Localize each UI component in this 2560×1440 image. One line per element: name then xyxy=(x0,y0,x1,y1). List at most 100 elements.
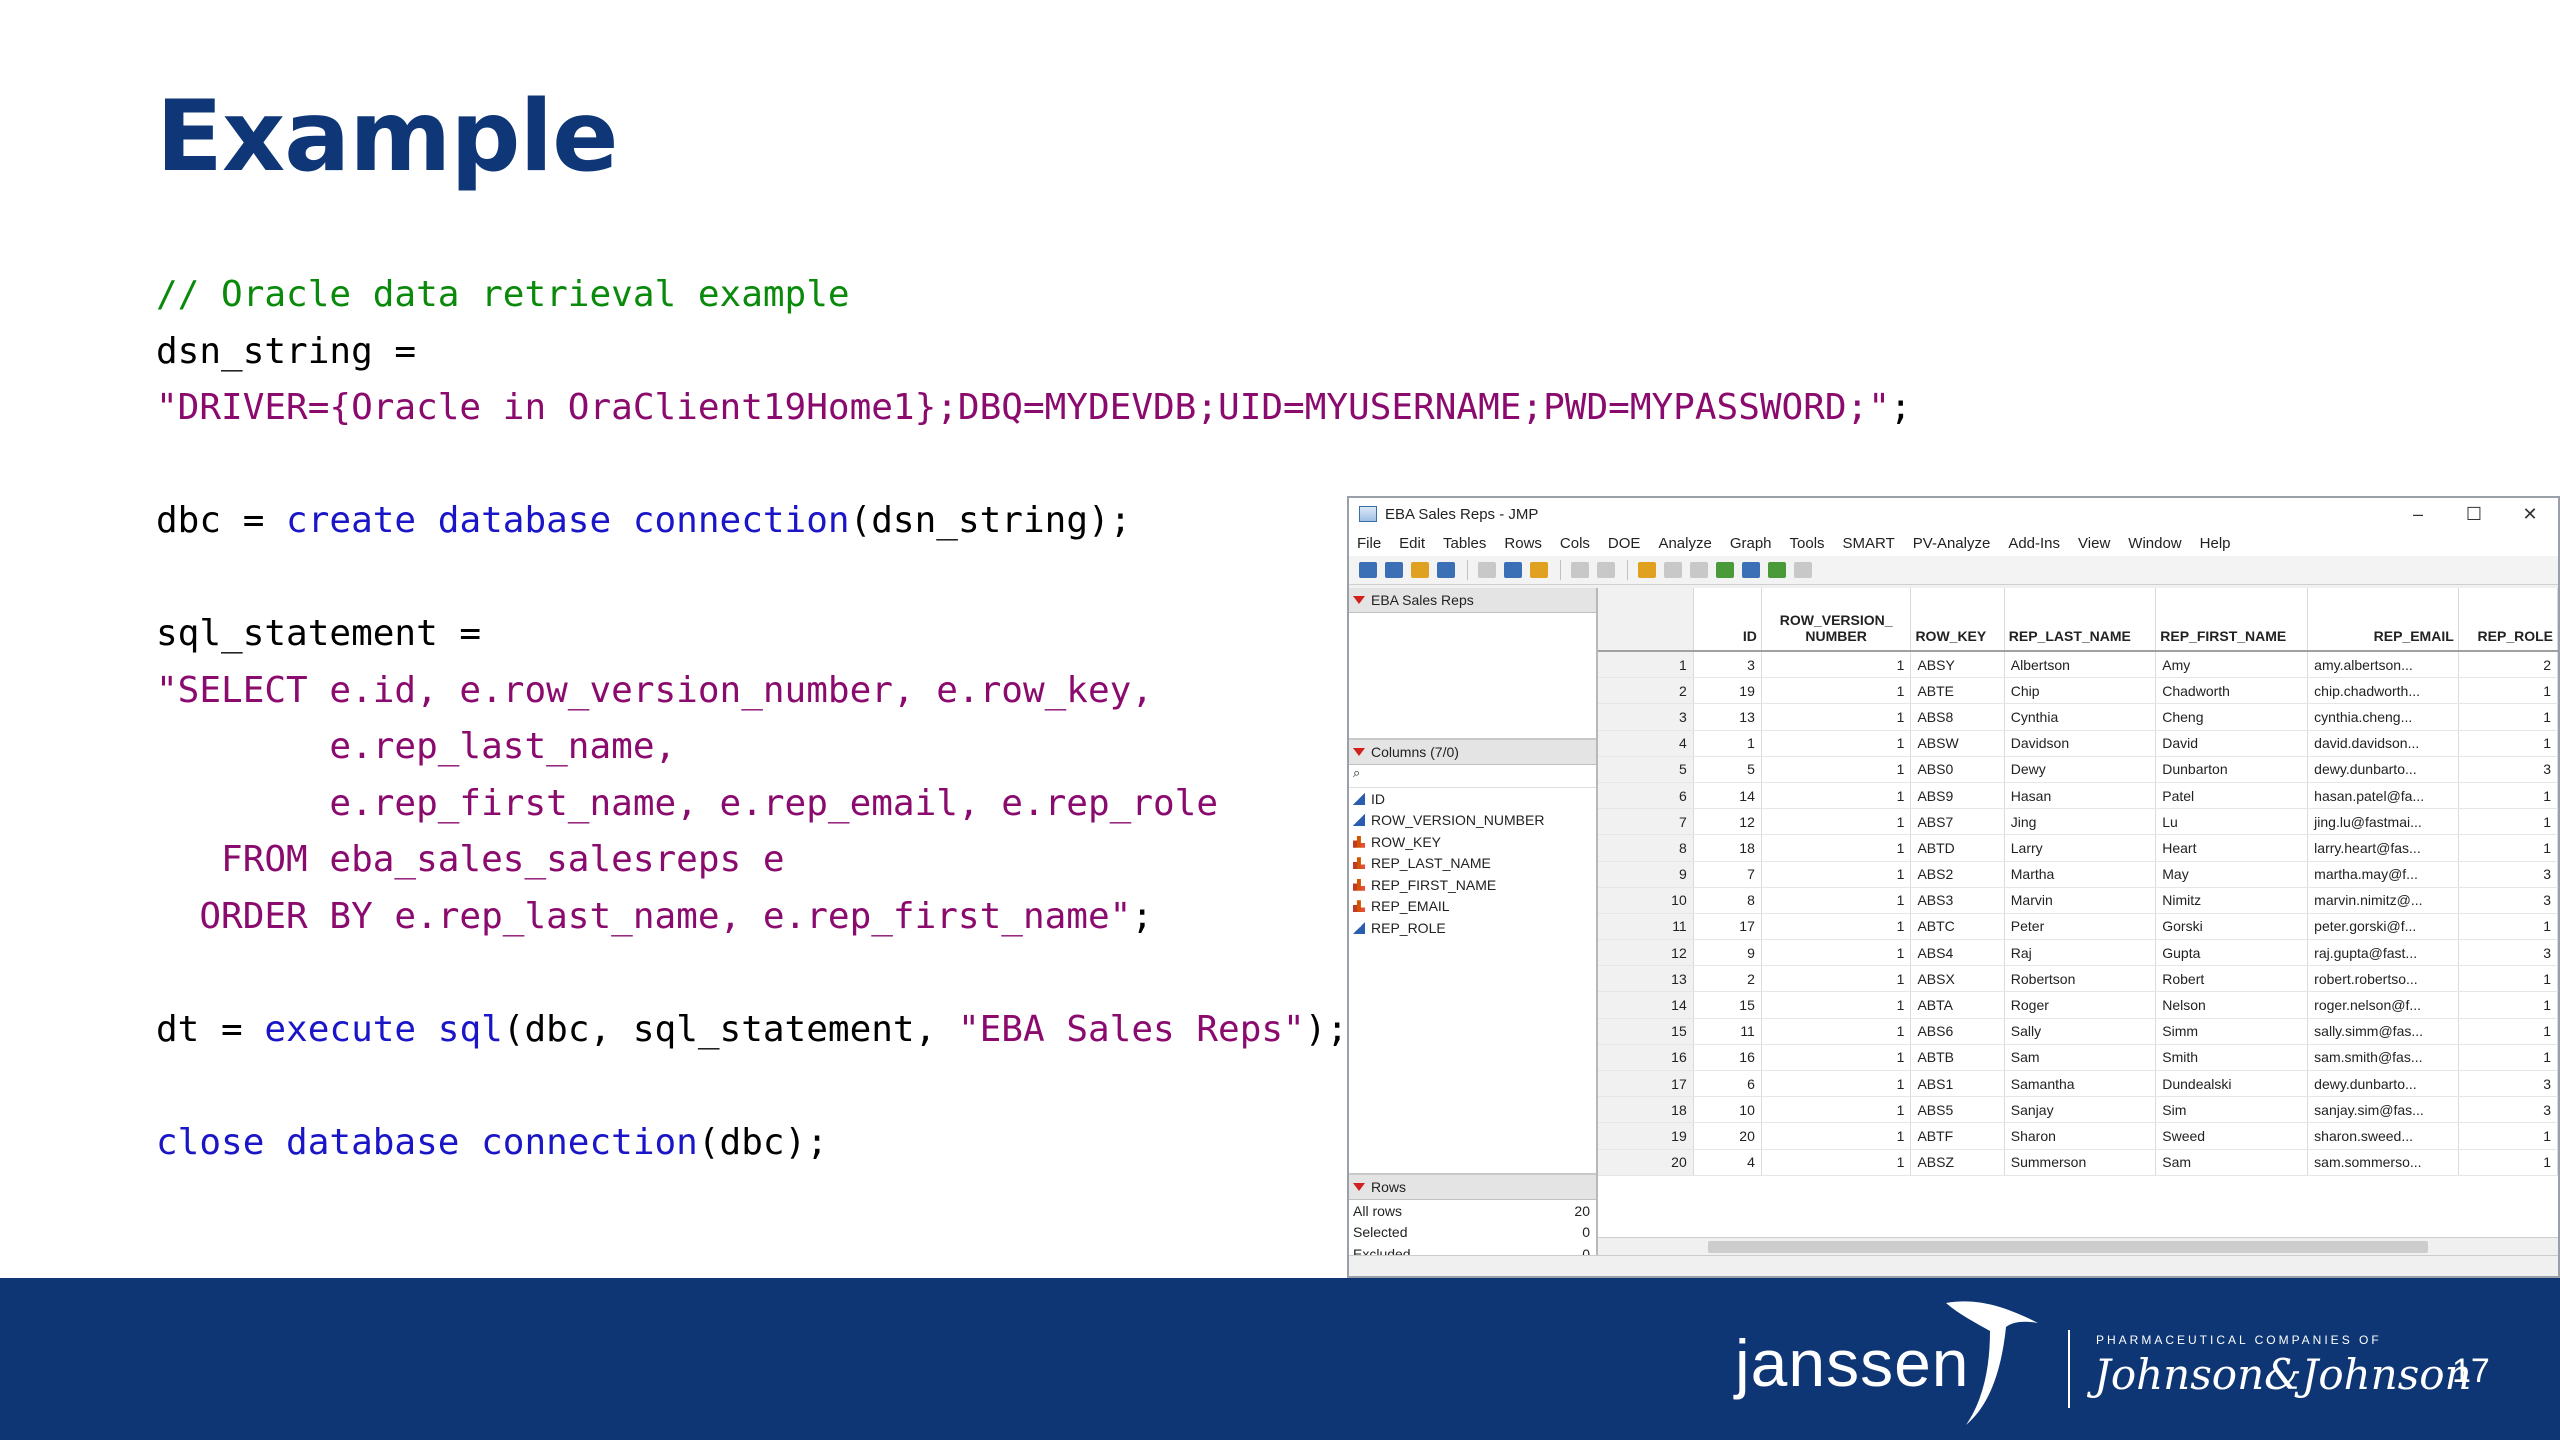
table-cell[interactable]: ABS2 xyxy=(1910,861,2005,888)
column-header[interactable]: ROW_VERSION_ NUMBER xyxy=(1761,588,1912,652)
table-cell[interactable]: Summerson xyxy=(2004,1149,2157,1176)
table-cell[interactable]: 1 xyxy=(1761,991,1912,1019)
table-cell[interactable]: 1 xyxy=(2458,677,2558,705)
row-number[interactable]: 19 xyxy=(1598,1122,1694,1150)
menu-item-file[interactable]: File xyxy=(1357,535,1381,552)
table-cell[interactable]: Patel xyxy=(2155,782,2309,810)
row-number[interactable]: 1 xyxy=(1598,651,1694,679)
table-cell[interactable]: ABS4 xyxy=(1910,939,2005,967)
row-number[interactable]: 14 xyxy=(1598,991,1694,1019)
row-number[interactable]: 4 xyxy=(1598,730,1694,757)
table-cell[interactable]: Dewy xyxy=(2004,756,2157,783)
table-cell[interactable]: 1 xyxy=(1761,887,1912,914)
table-cell[interactable]: 1 xyxy=(2458,782,2558,810)
menu-item-doe[interactable]: DOE xyxy=(1608,535,1641,552)
menu-item-analyze[interactable]: Analyze xyxy=(1658,535,1711,552)
table-cell[interactable]: ABSW xyxy=(1910,730,2005,757)
column-list-item[interactable]: REP_LAST_NAME xyxy=(1349,853,1596,875)
new-script-icon[interactable] xyxy=(1385,562,1403,578)
table-cell[interactable]: Chadworth xyxy=(2155,677,2309,705)
menu-item-window[interactable]: Window xyxy=(2128,535,2181,552)
grid-icon[interactable] xyxy=(1690,562,1708,578)
row-number[interactable]: 18 xyxy=(1598,1096,1694,1124)
table-cell[interactable]: ABS0 xyxy=(1910,756,2005,783)
table-cell[interactable]: ABS8 xyxy=(1910,703,2005,731)
table-cell[interactable]: 1 xyxy=(2458,1122,2558,1150)
table-cell[interactable]: roger.nelson@f... xyxy=(2307,991,2459,1019)
table-row[interactable]: 2 19 1 ABTE Chip Chadworth chip.chadworth... 1 xyxy=(1598,677,2558,705)
column-header[interactable]: REP_LAST_NAME xyxy=(2004,588,2157,652)
row-number[interactable]: 5 xyxy=(1598,756,1694,783)
column-header[interactable]: ID xyxy=(1693,588,1762,652)
table-cell[interactable]: 1 xyxy=(2458,730,2558,757)
table-cell[interactable]: sam.smith@fas... xyxy=(2307,1044,2459,1072)
table-cell[interactable]: sam.sommerso... xyxy=(2307,1149,2459,1176)
table-cell[interactable]: 19 xyxy=(1693,677,1762,705)
table-cell[interactable]: 4 xyxy=(1693,1149,1762,1176)
column-header[interactable]: ROW_KEY xyxy=(1910,588,2005,652)
table-cell[interactable]: ABTD xyxy=(1910,834,2005,862)
table-cell[interactable]: 12 xyxy=(1693,808,1762,836)
table-cell[interactable]: May xyxy=(2155,861,2309,888)
table-cell[interactable]: Samantha xyxy=(2004,1070,2157,1098)
minimize-button[interactable]: – xyxy=(2390,504,2446,525)
row-number[interactable]: 16 xyxy=(1598,1044,1694,1072)
menu-item-tables[interactable]: Tables xyxy=(1443,535,1486,552)
table-cell[interactable]: Albertson xyxy=(2004,651,2157,679)
table-cell[interactable]: Nelson xyxy=(2155,991,2309,1019)
table-cell[interactable]: ABS1 xyxy=(1910,1070,2005,1098)
table-cell[interactable]: 1 xyxy=(1761,703,1912,731)
table-cell[interactable]: Sally xyxy=(2004,1018,2157,1045)
table-cell[interactable]: 17 xyxy=(1693,913,1762,941)
table-row[interactable]: 5 5 1 ABS0 Dewy Dunbarton dewy.dunbarto... 3 xyxy=(1598,756,2558,783)
table-cell[interactable]: 1 xyxy=(1761,1018,1912,1045)
rows-header[interactable]: Rows xyxy=(1349,1175,1596,1200)
table-cell[interactable]: Davidson xyxy=(2004,730,2157,757)
table-cell[interactable]: 3 xyxy=(2458,939,2558,967)
table-cell[interactable]: Larry xyxy=(2004,834,2157,862)
table-cell[interactable]: ABTC xyxy=(1910,913,2005,941)
table-cell[interactable]: marvin.nimitz@... xyxy=(2307,887,2459,914)
open-icon[interactable] xyxy=(1411,562,1429,578)
row-number[interactable]: 6 xyxy=(1598,782,1694,810)
table-cell[interactable]: 5 xyxy=(1693,756,1762,783)
table-cell[interactable]: 8 xyxy=(1693,887,1762,914)
table-cell[interactable]: Heart xyxy=(2155,834,2309,862)
table-cell[interactable]: 2 xyxy=(1693,965,1762,993)
table-cell[interactable]: robert.robertso... xyxy=(2307,965,2459,993)
paste-icon[interactable] xyxy=(1530,562,1548,578)
table-cell[interactable]: 1 xyxy=(2458,991,2558,1019)
table-cell[interactable]: Martha xyxy=(2004,861,2157,888)
menu-item-add-ins[interactable]: Add-Ins xyxy=(2008,535,2060,552)
table-icon[interactable] xyxy=(1664,562,1682,578)
column-list-item[interactable]: ROW_VERSION_NUMBER xyxy=(1349,810,1596,832)
column-list-item[interactable]: ROW_KEY xyxy=(1349,831,1596,853)
menu-item-tools[interactable]: Tools xyxy=(1790,535,1825,552)
table-cell[interactable]: 1 xyxy=(1761,756,1912,783)
save-icon[interactable] xyxy=(1437,562,1455,578)
table-cell[interactable]: Amy xyxy=(2155,651,2309,679)
table-cell[interactable]: 1 xyxy=(2458,1149,2558,1176)
table-cell[interactable]: Gorski xyxy=(2155,913,2309,941)
column-list-item[interactable]: REP_ROLE xyxy=(1349,917,1596,939)
column-list-item[interactable]: ID xyxy=(1349,788,1596,810)
table-cell[interactable]: 3 xyxy=(2458,861,2558,888)
table-row[interactable]: 1 3 1 ABSY Albertson Amy amy.albertson... 2 xyxy=(1598,651,2558,679)
table-cell[interactable]: Sweed xyxy=(2155,1122,2309,1150)
table-cell[interactable]: 1 xyxy=(1761,1044,1912,1072)
row-number[interactable]: 10 xyxy=(1598,887,1694,914)
table-cell[interactable]: 1 xyxy=(1761,965,1912,993)
table-cell[interactable]: 11 xyxy=(1693,1018,1762,1045)
table-cell[interactable]: raj.gupta@fast... xyxy=(2307,939,2459,967)
menu-item-view[interactable]: View xyxy=(2078,535,2110,552)
columns-header[interactable]: Columns (7/0) xyxy=(1349,740,1596,765)
close-button[interactable]: ✕ xyxy=(2502,504,2558,525)
table-cell[interactable]: ABS5 xyxy=(1910,1096,2005,1124)
column-header[interactable]: REP_EMAIL xyxy=(2307,588,2459,652)
table-cell[interactable]: 9 xyxy=(1693,939,1762,967)
table-row[interactable]: 7 12 1 ABS7 Jing Lu jing.lu@fastmai... 1 xyxy=(1598,808,2558,836)
row-number[interactable]: 17 xyxy=(1598,1070,1694,1098)
row-number[interactable]: 15 xyxy=(1598,1018,1694,1045)
folder-icon[interactable] xyxy=(1638,562,1656,578)
table-row[interactable]: 9 7 1 ABS2 Martha May martha.may@f... 3 xyxy=(1598,861,2558,888)
